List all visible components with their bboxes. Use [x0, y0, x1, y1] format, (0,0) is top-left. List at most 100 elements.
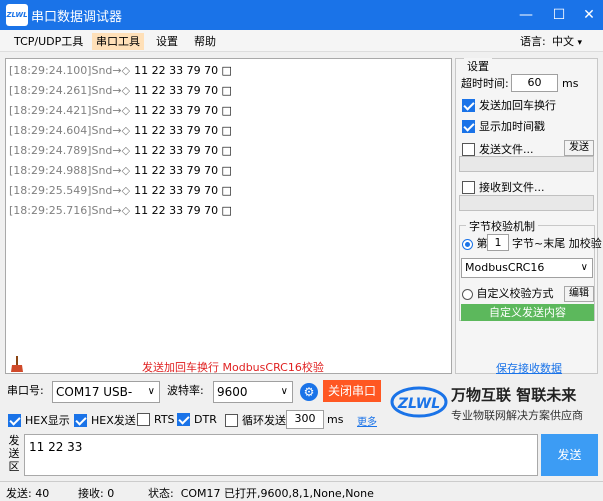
status-bar: 发送: 40 接收: 0 状态: COM17 已打开,9600,8,1,None… [0, 481, 603, 500]
hex-send-option[interactable]: HEX发送 [74, 412, 136, 428]
checksum-start-input[interactable]: 1 [487, 234, 509, 251]
chevron-down-icon: ∨ [580, 262, 588, 273]
receive-line: [18:29:24.421]Snd→◇ 11 22 33 79 70 □ [9, 101, 232, 121]
checksum-range-row: 第 [462, 236, 488, 252]
send-button[interactable]: 发送 [541, 434, 598, 476]
received-count: 接收: 0 [78, 487, 115, 500]
more-link[interactable]: 更多 [357, 413, 377, 428]
receive-timestamp: [18:29:25.716]Snd→◇ [9, 204, 131, 217]
receive-timestamp: [18:29:24.421]Snd→◇ [9, 104, 131, 117]
checksum-group: 字节校验机制 第 1 字节~末尾 加校验 ModbusCRC16 ∨ 自定义校验… [459, 218, 602, 321]
chevron-down-icon: ▾ [577, 38, 583, 48]
send-file-path[interactable] [459, 156, 594, 172]
rts-checkbox[interactable] [137, 412, 150, 426]
menu-help[interactable]: 帮助 [190, 33, 220, 50]
receive-bytes: 11 22 33 79 70 □ [134, 64, 232, 77]
receive-bytes: 11 22 33 79 70 □ [134, 104, 232, 117]
timeout-input[interactable]: 60 [511, 74, 558, 92]
send-crlf-checkbox[interactable] [462, 98, 475, 112]
custom-checksum-radio[interactable] [462, 288, 473, 300]
receive-area[interactable]: [18:29:24.100]Snd→◇ 11 22 33 79 70 □ [18:2… [5, 58, 452, 374]
hex-send-checkbox[interactable] [74, 413, 87, 427]
receive-timestamp: [18:29:24.261]Snd→◇ [9, 84, 131, 97]
menu-settings[interactable]: 设置 [152, 33, 182, 50]
dtr-label: DTR [194, 412, 217, 426]
hex-display-label: HEX显示 [25, 414, 70, 427]
recv-file-path[interactable] [459, 195, 594, 211]
send-file-checkbox[interactable] [462, 142, 475, 156]
receive-timestamp: [18:29:24.789]Snd→◇ [9, 144, 131, 157]
maximize-icon[interactable]: ☐ [545, 4, 573, 26]
recv-to-file-option[interactable]: 接收到文件... [462, 179, 545, 195]
baud-select[interactable]: 9600 ∨ [213, 381, 293, 403]
loop-interval-unit: ms [327, 413, 344, 426]
custom-checksum-label: 自定义校验方式 [476, 287, 554, 300]
minimize-icon[interactable]: — [512, 4, 540, 26]
menu-tcp-udp-tool[interactable]: TCP/UDP工具 [10, 33, 87, 50]
close-port-button[interactable]: 关闭串口 [323, 380, 381, 402]
checksum-suffix: 字节~末尾 加校验 [512, 237, 602, 250]
dtr-checkbox[interactable] [177, 412, 190, 426]
brand-logo-icon: ZLWL [390, 386, 448, 418]
send-area-label-char: 区 [8, 460, 20, 473]
rts-label: RTS [154, 412, 175, 426]
language-label: 语言: [520, 35, 546, 48]
recv-to-file-checkbox[interactable] [462, 180, 475, 194]
port-status: 状态: COM17 已打开,9600,8,1,None,None [148, 487, 374, 500]
language-value: 中文 [552, 35, 574, 48]
send-area-label: 发送区 [5, 434, 23, 476]
loop-interval-input[interactable]: 300 [286, 410, 324, 429]
dtr-option[interactable]: DTR [177, 412, 217, 426]
receive-line: [18:29:24.100]Snd→◇ 11 22 33 79 70 □ [9, 61, 232, 81]
checksum-title: 字节校验机制 [466, 218, 538, 234]
loop-send-checkbox[interactable] [225, 413, 238, 427]
gear-icon[interactable]: ⚙ [300, 383, 318, 401]
rts-option[interactable]: RTS [137, 412, 175, 426]
receive-line: [18:29:24.261]Snd→◇ 11 22 33 79 70 □ [9, 81, 232, 101]
send-file-button[interactable]: 发送 [564, 140, 594, 156]
close-icon[interactable]: ✕ [575, 4, 603, 26]
receive-bytes: 11 22 33 79 70 □ [134, 164, 232, 177]
save-receive-link[interactable]: 保存接收数据 [496, 360, 562, 376]
timeout-unit: ms [562, 77, 579, 90]
send-area-label-char: 送 [8, 447, 20, 460]
checksum-range-radio[interactable] [462, 238, 473, 250]
send-file-option[interactable]: 发送文件... [462, 141, 534, 157]
send-crlf-option[interactable]: 发送加回车换行 [462, 97, 556, 113]
brand-slogan: 万物互联 智联未来 [451, 386, 577, 404]
show-timestamp-option[interactable]: 显示加时间戳 [462, 118, 545, 134]
send-area-label-char: 发 [8, 434, 20, 447]
menu-bar: TCP/UDP工具 串口工具 设置 帮助 语言: 中文 ▾ [0, 30, 603, 52]
sent-count: 发送: 40 [6, 487, 50, 500]
menu-serial-tool[interactable]: 串口工具 [92, 33, 144, 50]
app-logo-icon: ZLWL [6, 4, 28, 26]
recv-to-file-label: 接收到文件... [479, 181, 545, 194]
receive-line: [18:29:24.988]Snd→◇ 11 22 33 79 70 □ [9, 161, 232, 181]
checksum-method-select[interactable]: ModbusCRC16 ∨ [461, 258, 593, 278]
send-input[interactable]: 11 22 33 [24, 434, 538, 476]
baud-label: 波特率: [167, 384, 204, 397]
settings-group-title: 设置 [464, 58, 492, 74]
brand-logo-text: ZLWL [397, 396, 440, 412]
brand-subtitle: 专业物联网解决方案供应商 [451, 409, 583, 422]
custom-send-button[interactable]: 自定义发送内容 [461, 304, 594, 321]
edit-checksum-button[interactable]: 编辑 [564, 286, 594, 302]
language-select[interactable]: 中文 ▾ [548, 33, 586, 50]
receive-line: [18:29:24.789]Snd→◇ 11 22 33 79 70 □ [9, 141, 232, 161]
clear-receive-icon[interactable] [11, 356, 23, 372]
receive-bytes: 11 22 33 79 70 □ [134, 144, 232, 157]
show-timestamp-checkbox[interactable] [462, 119, 475, 133]
receive-line: [18:29:25.549]Snd→◇ 11 22 33 79 70 □ [9, 181, 232, 201]
show-timestamp-label: 显示加时间戳 [479, 120, 545, 133]
send-crlf-label: 发送加回车换行 [479, 99, 556, 112]
hex-display-checkbox[interactable] [8, 413, 21, 427]
loop-send-label: 循环发送 [242, 414, 286, 427]
receive-timestamp: [18:29:25.549]Snd→◇ [9, 184, 131, 197]
checksum-prefix: 第 [476, 237, 488, 250]
hex-display-option[interactable]: HEX显示 [8, 412, 70, 428]
hex-send-label: HEX发送 [91, 414, 136, 427]
custom-checksum-option[interactable]: 自定义校验方式 [462, 286, 554, 302]
receive-line: [18:29:25.716]Snd→◇ 11 22 33 79 70 □ [9, 201, 232, 221]
loop-send-option[interactable]: 循环发送 [225, 412, 286, 428]
port-select[interactable]: COM17 USB- ∨ [52, 381, 160, 403]
